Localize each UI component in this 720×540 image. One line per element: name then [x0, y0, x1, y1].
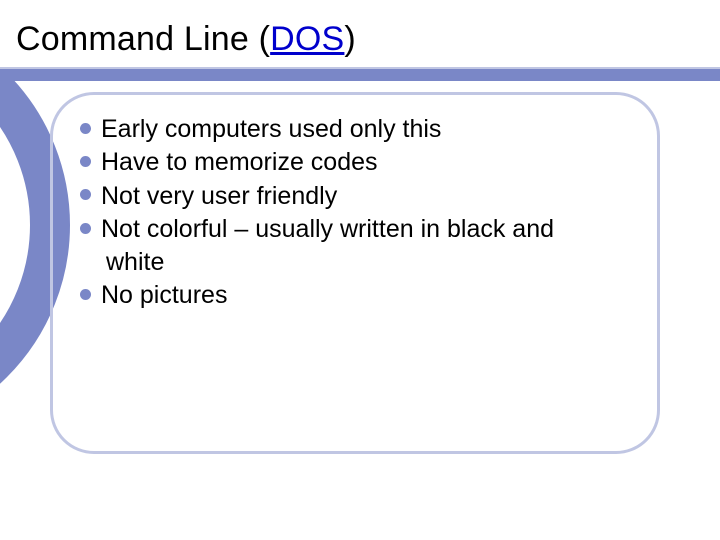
- title-link[interactable]: DOS: [270, 20, 344, 58]
- list-item: No pictures: [80, 280, 648, 311]
- bullet-icon: [80, 289, 91, 300]
- bullet-icon: [80, 123, 91, 134]
- list-item-text: Early computers used only this: [101, 115, 441, 143]
- bullet-icon: [80, 223, 91, 234]
- bullet-icon: [80, 189, 91, 200]
- list-item-text: Not very user friendly: [101, 182, 337, 210]
- list-item-text: No pictures: [101, 281, 227, 309]
- list-item-text: white: [106, 248, 164, 276]
- bullet-list: Early computers used only this Have to m…: [80, 114, 648, 314]
- list-item-text: Not colorful – usually written in black …: [101, 215, 554, 243]
- title-rule-thick: [0, 69, 720, 81]
- list-item-continuation: white: [80, 247, 648, 278]
- list-item: Early computers used only this: [80, 114, 648, 145]
- list-item: Have to memorize codes: [80, 147, 648, 178]
- bullet-icon: [80, 156, 91, 167]
- slide-title: Command Line (DOS): [16, 20, 356, 59]
- title-post: ): [344, 20, 356, 58]
- list-item: Not very user friendly: [80, 181, 648, 212]
- slide: Command Line (DOS) Early computers used …: [0, 0, 720, 540]
- list-item: Not colorful – usually written in black …: [80, 214, 648, 245]
- title-pre: Command Line (: [16, 20, 270, 58]
- list-item-text: Have to memorize codes: [101, 148, 378, 176]
